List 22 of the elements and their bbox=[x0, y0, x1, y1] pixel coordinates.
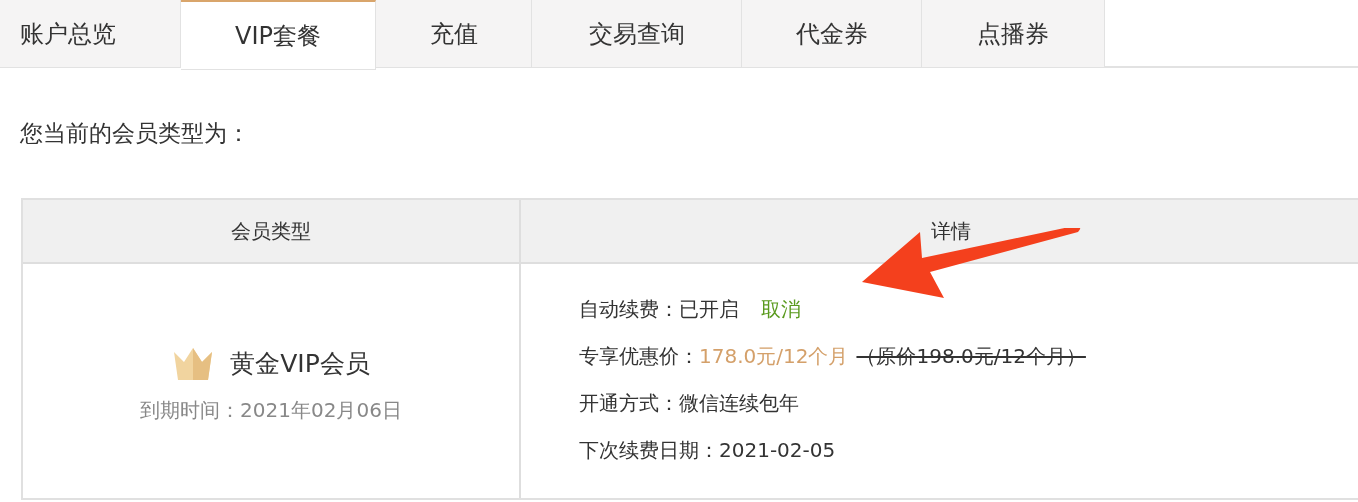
column-header: 详情 bbox=[930, 218, 972, 245]
field-value: 微信连续包年 bbox=[679, 389, 799, 417]
tab[interactable]: 账户总览 bbox=[0, 0, 181, 68]
field-label: 下次续费日期： bbox=[579, 436, 719, 464]
cancel-link[interactable]: 取消 bbox=[761, 293, 801, 324]
tab[interactable]: 代金券 bbox=[742, 0, 922, 68]
tab[interactable]: 点播券 bbox=[922, 0, 1105, 68]
tab[interactable]: 交易查询 bbox=[532, 0, 742, 68]
field-value: 2021-02-05 bbox=[719, 436, 836, 464]
discount-price: 178.0元/12个月 bbox=[699, 342, 849, 370]
expiry-date: 到期时间：2021年02月06日 bbox=[140, 396, 402, 424]
membership-name: 黄金VIP会员 bbox=[230, 348, 370, 381]
field-label: 专享优惠价： bbox=[579, 342, 699, 370]
page-heading: 您当前的会员类型为： bbox=[20, 119, 251, 148]
field-label: 自动续费： bbox=[579, 295, 679, 323]
original-price: （原价198.0元/12个月） bbox=[856, 342, 1086, 370]
column-header: 会员类型 bbox=[23, 200, 521, 262]
field-label: 开通方式： bbox=[579, 389, 679, 417]
tab[interactable]: 充值 bbox=[376, 0, 532, 68]
field-value: 已开启 bbox=[679, 295, 739, 323]
crown-icon bbox=[172, 346, 215, 382]
tab[interactable]: VIP套餐 bbox=[181, 0, 376, 70]
